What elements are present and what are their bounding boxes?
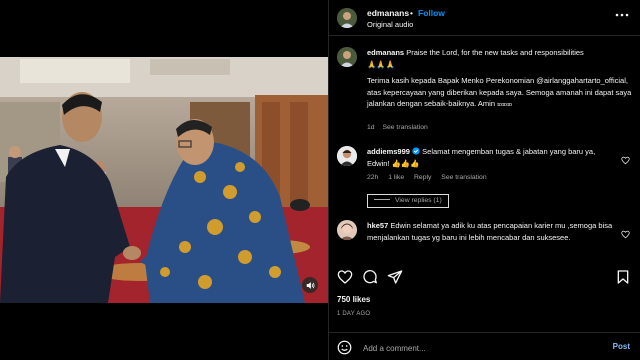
commenter-username[interactable]: addiems999 — [367, 147, 410, 156]
commenter-avatar[interactable] — [337, 146, 357, 166]
like-icon[interactable] — [337, 269, 353, 285]
commenter-username[interactable]: hke57 — [367, 221, 388, 230]
comment-likes[interactable]: 1 like — [388, 174, 404, 181]
verified-badge-icon — [412, 147, 420, 155]
caption-line1: Praise the Lord, for the new tasks and r… — [406, 48, 584, 57]
avatar-image — [337, 220, 357, 240]
emoji-icon[interactable] — [337, 340, 352, 355]
commenter-avatar[interactable] — [337, 220, 357, 240]
avatar-image — [337, 8, 357, 28]
save-bookmark-icon[interactable] — [615, 269, 631, 285]
post-photo[interactable] — [0, 57, 328, 303]
author-avatar[interactable] — [337, 8, 357, 28]
header-separator: • — [410, 8, 413, 18]
mute-toggle-button[interactable] — [302, 277, 318, 293]
caption-author-avatar[interactable] — [337, 47, 357, 67]
action-bar — [329, 265, 640, 289]
comment-time[interactable]: 22h — [367, 174, 378, 181]
like-count[interactable]: 750 likes — [337, 295, 370, 304]
comment-input[interactable] — [363, 341, 593, 355]
author-username[interactable]: edmanans — [367, 8, 409, 18]
speaker-icon — [306, 281, 314, 289]
post-media — [0, 0, 328, 360]
replies-line — [374, 199, 390, 200]
comment-like-icon[interactable] — [621, 156, 630, 165]
avatar-image — [337, 146, 357, 166]
post-comment-button[interactable]: Post — [613, 342, 630, 351]
view-replies-label: View replies (1) — [395, 197, 442, 204]
view-replies-button[interactable]: View replies (1) — [367, 194, 449, 208]
caption-username[interactable]: edmanans — [367, 48, 404, 57]
caption-see-translation[interactable]: See translation — [382, 124, 427, 131]
post-panel: edmanans • Follow Original audio edmanan… — [329, 0, 640, 360]
more-options-icon[interactable] — [614, 9, 630, 21]
comment-reply-button[interactable]: Reply — [414, 174, 431, 181]
comment-composer: Post — [329, 332, 640, 360]
comment-item: addiems999 Selamat mengemban tugas & jab… — [329, 146, 640, 212]
follow-button[interactable]: Follow — [418, 8, 445, 18]
post-header: edmanans • Follow Original audio — [329, 0, 640, 36]
audio-label[interactable]: Original audio — [367, 20, 413, 29]
caption-emoji: 🙏🙏🙏 — [367, 59, 396, 69]
comment-text: Edwin selamat ya adik ku atas pencapaian… — [367, 221, 613, 242]
caption-time[interactable]: 1d — [367, 124, 375, 131]
comment-see-translation[interactable]: See translation — [441, 174, 486, 181]
post-age[interactable]: 1 DAY AGO — [337, 311, 370, 317]
comment-icon[interactable] — [362, 269, 378, 285]
caption-suffix: ɪᴅɪᴅɪᴅ — [497, 102, 513, 108]
photo-illustration — [0, 57, 328, 303]
comment-like-icon[interactable] — [621, 230, 630, 239]
caption: edmanans Praise the Lord, for the new ta… — [329, 47, 640, 137]
share-icon[interactable] — [387, 269, 403, 285]
comment-item: hke57 Edwin selamat ya adik ku atas penc… — [329, 220, 640, 260]
avatar-image — [337, 47, 357, 67]
